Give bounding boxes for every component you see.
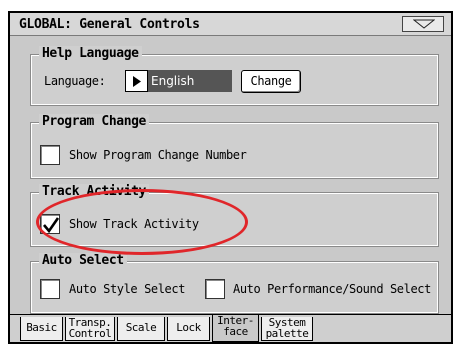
auto-select-title: Auto Select <box>39 253 127 268</box>
language-dropdown[interactable]: English <box>125 70 232 92</box>
language-label: Language: <box>44 74 106 88</box>
show-track-activity-label: Show Track Activity <box>69 217 199 231</box>
tab-scale[interactable]: Scale <box>117 317 165 341</box>
show-program-change-label: Show Program Change Number <box>69 148 247 162</box>
help-language-panel: Help Language Language: English Change <box>30 46 439 106</box>
change-language-button[interactable]: Change <box>241 70 301 93</box>
tab-interface[interactable]: Inter- face <box>212 315 259 342</box>
tab-system-palette[interactable]: System palette <box>261 317 313 341</box>
page-title: GLOBAL: General Controls <box>19 17 200 32</box>
triangle-down-icon <box>413 19 435 29</box>
dropdown-arrow[interactable] <box>125 70 148 92</box>
show-track-activity-checkbox[interactable] <box>40 214 60 234</box>
page-menu-button[interactable] <box>402 16 444 32</box>
auto-performance-select-checkbox[interactable] <box>205 279 225 299</box>
track-activity-panel: Track Activity Show Track Activity <box>30 184 439 247</box>
tab-basic[interactable]: Basic <box>20 317 63 341</box>
tab-lock[interactable]: Lock <box>167 317 210 341</box>
auto-style-select-label: Auto Style Select <box>69 282 186 296</box>
track-activity-title: Track Activity <box>39 184 149 199</box>
title-bar: GLOBAL: General Controls <box>10 13 451 36</box>
auto-performance-select-label: Auto Performance/Sound Select <box>233 282 431 296</box>
language-value[interactable]: English <box>148 70 232 92</box>
tab-bar: Basic Transp. Control Scale Lock Inter- … <box>10 314 451 342</box>
program-change-panel: Program Change Show Program Change Numbe… <box>30 114 439 179</box>
triangle-right-icon <box>133 76 141 87</box>
auto-style-select-checkbox[interactable] <box>40 279 60 299</box>
auto-select-panel: Auto Select Auto Style Select Auto Perfo… <box>30 253 439 314</box>
show-program-change-checkbox[interactable] <box>40 145 60 165</box>
help-language-title: Help Language <box>39 46 142 61</box>
tab-transp-control[interactable]: Transp. Control <box>65 317 115 341</box>
program-change-title: Program Change <box>39 114 149 129</box>
global-window: GLOBAL: General Controls Help Language L… <box>8 11 453 344</box>
checkmark-icon <box>43 217 60 234</box>
